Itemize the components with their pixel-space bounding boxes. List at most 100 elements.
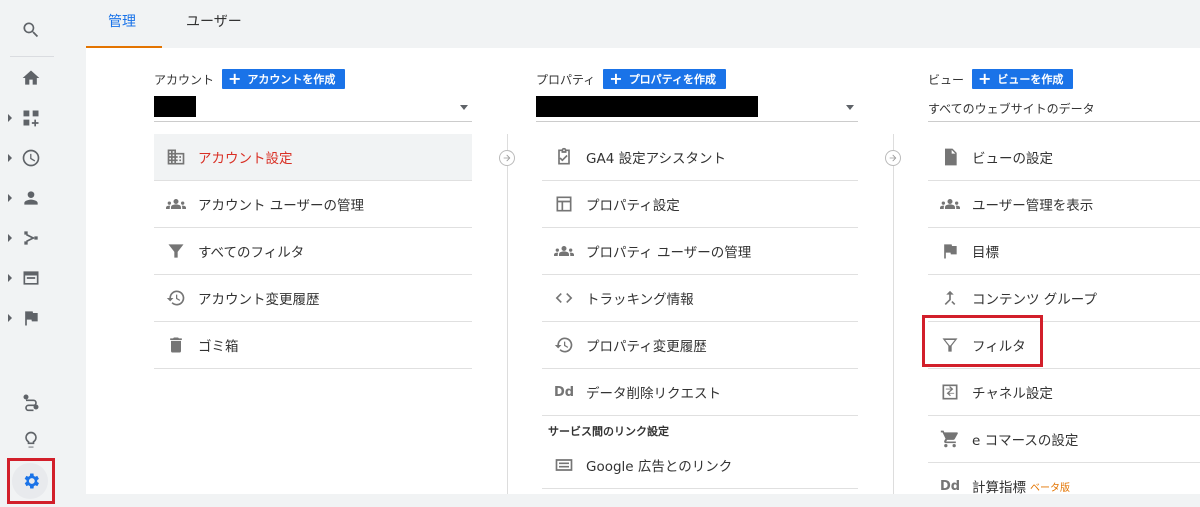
layout-icon [542,194,586,214]
browser-window-icon [23,271,39,285]
filter-icon [154,241,198,261]
account-header-label: アカウント [154,72,215,87]
calculated-metrics-item[interactable]: Dd 計算指標 ベータ版 [928,463,1200,507]
view-selector[interactable]: すべてのウェブサイトのデータ [928,96,1200,122]
google-ads-linking-item[interactable]: Google 広告とのリンク [542,442,858,489]
cart-icon [928,429,972,449]
list-item-label: ユーザー管理を表示 [972,198,1094,214]
expand-caret-icon [8,274,12,282]
realtime-button[interactable] [0,138,62,178]
view-header-label: ビュー [928,72,965,87]
flag-icon [25,311,38,326]
list-item-label: すべてのフィルタ [198,245,305,261]
dd-icon: Dd [542,385,586,400]
list-item-label: プロパティ変更履歴 [586,339,707,355]
property-menu-list: GA4 設定アシスタント プロパティ設定 プロパティ ユーザーの管理 トラッキン… [542,134,858,489]
expand-caret-icon [8,154,12,162]
plus-icon: + [609,69,623,88]
admin-main-panel: 管理 ユーザー アカウント + アカウントを作成 アカウント設定 アカウント ユ… [86,0,1200,496]
list-item-label: 計算指標 [972,480,1026,496]
channel-settings-item[interactable]: チャネル設定 [928,369,1200,416]
trash-icon [154,335,198,355]
conversions-button[interactable] [0,298,62,338]
rail-divider [10,56,54,57]
create-view-label: ビューを作成 [997,73,1064,86]
tab-users[interactable]: ユーザー [164,0,264,48]
view-header: ビュー + ビューを作成 [928,68,1074,90]
account-user-management-item[interactable]: アカウント ユーザーの管理 [154,181,472,228]
account-menu-list: アカウント設定 アカウント ユーザーの管理 すべてのフィルタ アカウント変更履歴… [154,134,472,369]
merge-icon [928,288,972,308]
property-settings-item[interactable]: プロパティ設定 [542,181,858,228]
account-selector[interactable] [154,96,472,122]
tab-admin[interactable]: 管理 [86,0,162,48]
person-icon [24,191,38,205]
data-deletion-request-item[interactable]: Dd データ削除リクエスト [542,369,858,416]
customization-button[interactable] [0,98,62,138]
list-item-label: チャネル設定 [972,386,1053,402]
create-view-button[interactable]: + ビューを作成 [972,69,1074,89]
people-icon [154,194,198,214]
property-user-management-item[interactable]: プロパティ ユーザーの管理 [542,228,858,275]
flag-icon [928,241,972,261]
plus-icon: + [978,69,992,88]
list-item-label: コンテンツ グループ [972,292,1097,308]
list-item-label: GA4 設定アシスタント [586,151,727,167]
document-icon [928,147,972,167]
behavior-button[interactable] [0,258,62,298]
filter-highlight-box [922,315,1043,367]
column-divider [507,134,508,494]
admin-highlight-box [7,458,55,504]
view-user-management-item[interactable]: ユーザー管理を表示 [928,181,1200,228]
redacted-account-name [154,96,196,117]
property-selector[interactable] [536,96,858,122]
create-account-button[interactable]: + アカウントを作成 [222,69,346,89]
property-change-history-item[interactable]: プロパティ変更履歴 [542,322,858,369]
list-item-label: ビューの設定 [972,151,1053,167]
attribution-button[interactable] [0,382,62,422]
expand-caret-icon [8,314,12,322]
checklist-icon [542,147,586,167]
left-nav-rail [0,0,62,507]
acquisition-button[interactable] [0,218,62,258]
trash-item[interactable]: ゴミ箱 [154,322,472,369]
list-item-label: プロパティ ユーザーの管理 [586,245,752,261]
ecommerce-settings-item[interactable]: e コマースの設定 [928,416,1200,463]
plus-icon: + [228,69,242,88]
ads-icon [542,455,586,475]
goals-item[interactable]: 目標 [928,228,1200,275]
account-settings-item[interactable]: アカウント設定 [154,134,472,181]
home-icon [22,70,40,85]
redacted-property-name [536,96,758,117]
list-item-label: アカウント設定 [198,151,293,167]
dropdown-arrow-icon [460,105,468,110]
create-account-label: アカウントを作成 [247,73,336,86]
dd-glyph: Dd [553,384,575,400]
home-button[interactable] [0,58,62,98]
search-button[interactable] [0,10,62,50]
ga-admin-page: 管理 ユーザー アカウント + アカウントを作成 アカウント設定 アカウント ユ… [0,0,1200,507]
arrow-right-icon [885,150,901,166]
ga4-setup-assistant-item[interactable]: GA4 設定アシスタント [542,134,858,181]
column-divider [893,134,894,494]
account-change-history-item[interactable]: アカウント変更履歴 [154,275,472,322]
product-linking-heading: サービス間のリンク設定 [548,425,669,438]
audience-button[interactable] [0,178,62,218]
arrow-right-icon [499,150,515,166]
acquisition-icon [24,231,38,245]
dd-glyph: Dd [939,478,961,494]
list-item-label: データ削除リクエスト [586,386,721,402]
all-filters-item[interactable]: すべてのフィルタ [154,228,472,275]
dd-icon: Dd [928,479,972,494]
clock-icon [22,149,40,167]
route-icon [23,394,39,412]
list-item-label: アカウント変更履歴 [198,292,320,308]
view-settings-item[interactable]: ビューの設定 [928,134,1200,181]
list-item-label: Google 広告とのリンク [586,459,733,475]
discover-button[interactable] [0,420,62,460]
list-item-label: e コマースの設定 [972,433,1079,449]
create-property-button[interactable]: + プロパティを作成 [603,69,727,89]
tracking-info-item[interactable]: トラッキング情報 [542,275,858,322]
history-icon [542,335,586,355]
list-item-label: 目標 [972,245,999,261]
